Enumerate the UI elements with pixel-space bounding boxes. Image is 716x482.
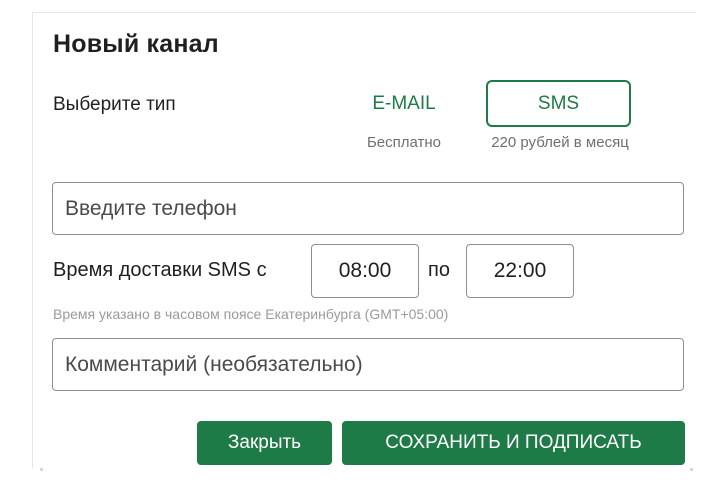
comment-input[interactable]	[52, 338, 684, 391]
dialog-title: Новый канал	[53, 30, 219, 58]
delivery-to-label: по	[428, 259, 450, 281]
email-price: Бесплатно	[366, 134, 442, 151]
delivery-time-label: Время доставки SMS с	[53, 259, 267, 281]
type-option-sms-label: SMS	[537, 92, 580, 114]
type-option-email[interactable]: E-MAIL	[352, 82, 456, 126]
delivery-to-input[interactable]	[466, 244, 574, 298]
dialog-corner-marker	[40, 468, 43, 471]
sms-price: 220 рублей в месяц	[491, 134, 629, 151]
save-and-subscribe-button[interactable]: СОХРАНИТЬ И ПОДПИСАТЬ	[342, 421, 685, 465]
type-option-email-label: E-MAIL	[372, 93, 436, 114]
delivery-from-input[interactable]	[311, 244, 419, 298]
type-label: Выберите тип	[53, 94, 176, 115]
phone-input[interactable]	[52, 182, 684, 235]
dialog-corner-marker	[690, 468, 693, 471]
timezone-note: Время указано в часовом поясе Екатеринбу…	[53, 306, 449, 322]
type-option-sms[interactable]: SMS	[486, 80, 631, 127]
close-button[interactable]: Закрыть	[197, 421, 332, 465]
